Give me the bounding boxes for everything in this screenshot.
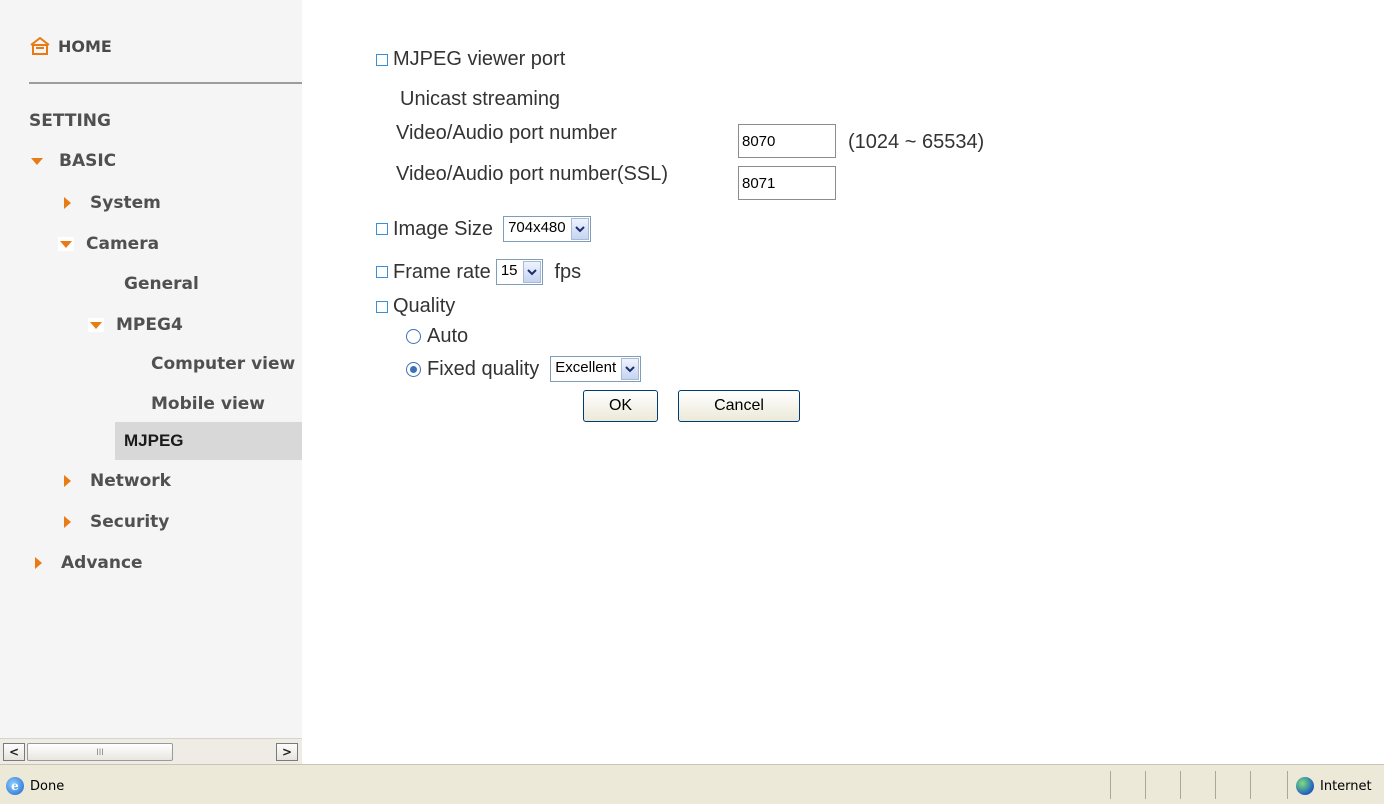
radio-fixed-quality[interactable]: [406, 361, 421, 377]
sidebar-item-mpeg4[interactable]: MPEG4: [88, 314, 183, 336]
quality-fixed-option[interactable]: Fixed quality Excellent: [406, 356, 642, 382]
sidebar-item-basic[interactable]: BASIC: [31, 150, 116, 172]
sidebar-item-mobile-view[interactable]: Mobile view: [151, 393, 265, 415]
scrollbar-thumb[interactable]: III: [27, 743, 173, 761]
frame-rate-select[interactable]: 15: [495, 259, 543, 285]
status-pane: [1180, 771, 1181, 799]
status-bar: e Done Internet: [0, 764, 1384, 804]
scroll-right-button[interactable]: >: [276, 743, 298, 761]
browser-page-icon: e: [6, 777, 24, 795]
status-left: e Done: [6, 777, 64, 795]
viewer-port-heading: MJPEG viewer port: [393, 48, 566, 70]
home-icon: [30, 37, 50, 55]
status-pane: [1110, 771, 1111, 799]
sidebar-item-network[interactable]: Network: [62, 470, 171, 492]
globe-icon: [1296, 777, 1314, 795]
quality-auto-option[interactable]: Auto: [406, 325, 468, 348]
sidebar-item-system[interactable]: System: [62, 192, 161, 214]
collapsed-arrow-icon: [64, 516, 71, 528]
expanded-arrow-icon: [60, 240, 72, 248]
horizontal-scrollbar[interactable]: < III >: [0, 738, 302, 764]
frame-rate-label: Frame rate: [393, 260, 491, 283]
ok-button[interactable]: OK: [583, 390, 658, 422]
radio-auto[interactable]: [406, 329, 421, 344]
chevron-right-icon: >: [281, 745, 293, 759]
setting-heading: SETTING: [29, 111, 111, 131]
status-pane: [1215, 771, 1216, 799]
home-link[interactable]: HOME: [30, 36, 112, 56]
sidebar-item-advance[interactable]: Advance: [33, 552, 143, 574]
sidebar-item-mjpeg[interactable]: MJPEG: [124, 430, 184, 452]
bullet-icon: [376, 300, 388, 313]
bullet-icon: [376, 266, 388, 278]
sidebar-item-security[interactable]: Security: [62, 511, 169, 533]
status-text: Done: [30, 778, 65, 794]
security-zone: Internet: [1296, 777, 1372, 795]
collapsed-arrow-icon: [64, 197, 71, 209]
status-pane: [1287, 771, 1288, 799]
zone-text: Internet: [1320, 778, 1372, 794]
quality-label: Quality: [393, 295, 456, 317]
sidebar: HOME SETTING BASIC System Camera General…: [0, 0, 302, 738]
chevron-down-icon: [522, 261, 541, 283]
port-range: (1024 ~ 65534): [848, 131, 985, 153]
sidebar-item-general[interactable]: General: [124, 273, 199, 295]
ssl-port-input[interactable]: 8071: [738, 166, 836, 200]
frame-rate-row: Frame rate 15 fps: [376, 259, 581, 285]
ssl-port-label: Video/Audio port number(SSL): [396, 163, 669, 185]
bullet-icon: [376, 223, 388, 235]
divider: [29, 82, 302, 84]
scroll-left-button[interactable]: <: [3, 743, 25, 761]
quality-select[interactable]: Excellent: [550, 356, 642, 382]
status-pane: [1145, 771, 1146, 799]
sidebar-item-camera[interactable]: Camera: [58, 233, 159, 255]
sidebar-item-computer-view[interactable]: Computer view: [151, 353, 295, 375]
port-label: Video/Audio port number: [396, 122, 617, 144]
viewer-port-section: MJPEG viewer port: [376, 48, 565, 71]
frame-rate-unit: fps: [554, 260, 582, 283]
bullet-icon: [376, 53, 388, 66]
expanded-arrow-icon: [90, 321, 102, 329]
grip-icon: III: [96, 747, 104, 757]
collapsed-arrow-icon: [35, 557, 42, 569]
collapsed-arrow-icon: [64, 475, 71, 487]
expanded-arrow-icon: [31, 157, 43, 165]
chevron-left-icon: <: [8, 745, 20, 759]
image-size-row: Image Size 704x480: [376, 216, 591, 242]
chevron-down-icon: [621, 358, 640, 380]
chevron-down-icon: [570, 218, 589, 240]
home-label: HOME: [58, 36, 112, 56]
image-size-label: Image Size: [393, 217, 494, 240]
port-input[interactable]: 8070: [738, 124, 836, 158]
cancel-button[interactable]: Cancel: [678, 390, 800, 422]
main-content: MJPEG viewer port Unicast streaming Vide…: [302, 0, 1384, 764]
unicast-label: Unicast streaming: [400, 88, 561, 110]
quality-row: Quality: [376, 295, 455, 318]
status-pane: [1250, 771, 1251, 799]
image-size-select[interactable]: 704x480: [503, 216, 591, 242]
